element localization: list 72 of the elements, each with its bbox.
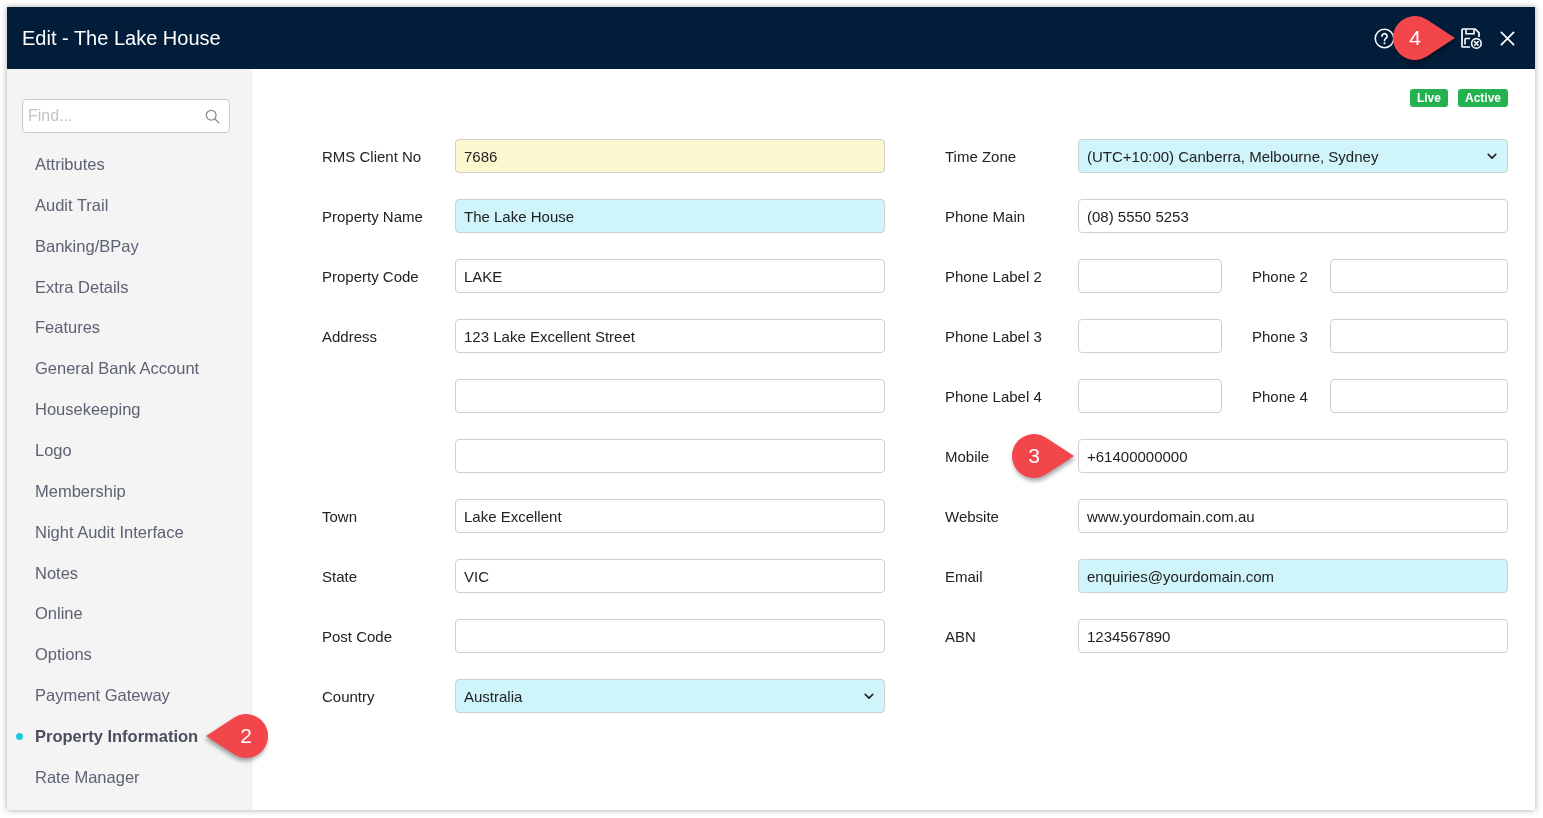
text-field[interactable] (1330, 379, 1508, 413)
sidebar-item[interactable]: Audit Trail (35, 195, 109, 215)
sidebar-item[interactable]: Attributes (35, 154, 105, 174)
step-callout: 4 (1393, 16, 1455, 60)
field-label: Phone Label 2 (945, 267, 1042, 285)
text-field[interactable]: +61400000000 (1078, 439, 1508, 473)
sidebar-item[interactable]: Housekeeping (35, 400, 141, 420)
field-label: Phone 4 (1252, 387, 1308, 405)
floppy-disk-cancel-icon[interactable] (1459, 26, 1483, 50)
text-field[interactable] (1078, 259, 1222, 293)
field-label: Town (322, 507, 358, 525)
dropdown-field[interactable]: (UTC+10:00) Canberra, Melbourne, Sydney (1078, 139, 1508, 173)
field-label: Phone 2 (1252, 267, 1308, 285)
text-field[interactable] (1330, 259, 1508, 293)
field-label: Email (945, 567, 983, 585)
field-label: RMS Client No (322, 147, 422, 165)
status-tag: Active (1457, 89, 1508, 107)
field-label: Post Code (322, 627, 393, 645)
sidebar-item[interactable]: Logo (35, 440, 72, 460)
text-field[interactable]: LAKE (455, 259, 885, 293)
chevron-down-icon (864, 692, 874, 700)
sidebar-item[interactable]: Rate Manager (35, 767, 140, 787)
search-field[interactable]: Find... (22, 99, 230, 133)
field-label: State (322, 567, 358, 585)
sidebar-item[interactable]: Membership (35, 481, 126, 501)
sidebar-item[interactable]: Features (35, 318, 101, 338)
status-tag: Live (1409, 89, 1448, 107)
chevron-down-icon (1487, 152, 1497, 160)
text-field[interactable] (1078, 379, 1222, 413)
text-field[interactable] (455, 439, 885, 473)
field-label: Property Code (322, 267, 419, 285)
sidebar-item[interactable]: Online (35, 604, 83, 624)
field-label: Phone Main (945, 207, 1026, 225)
text-field[interactable]: 1234567890 (1078, 619, 1508, 653)
text-field[interactable] (1078, 319, 1222, 353)
field-label: ABN (945, 627, 976, 645)
sidebar-item[interactable]: General Bank Account (35, 359, 200, 379)
sidebar-item[interactable]: Payment Gateway (35, 686, 170, 706)
field-label: Address (322, 327, 378, 345)
text-field[interactable]: 7686 (455, 139, 885, 173)
text-field[interactable]: (08) 5550 5253 (1078, 199, 1508, 233)
sidebar-item[interactable]: Options (35, 645, 92, 665)
search-icon (205, 109, 220, 124)
text-field[interactable] (1330, 319, 1508, 353)
sidebar-item[interactable]: Night Audit Interface (35, 522, 184, 542)
field-label: Time Zone (945, 147, 1017, 165)
text-field[interactable]: 123 Lake Excellent Street (455, 319, 885, 353)
text-field[interactable]: VIC (455, 559, 885, 593)
sidebar-item[interactable]: Notes (35, 563, 79, 583)
field-label: Property Name (322, 207, 423, 225)
text-field[interactable]: The Lake House (455, 199, 885, 233)
dropdown-field[interactable]: Australia (455, 679, 885, 713)
text-field[interactable] (455, 379, 885, 413)
sidebar-item[interactable]: Banking/BPay (35, 236, 139, 256)
text-field[interactable]: enquiries@yourdomain.com (1078, 559, 1508, 593)
text-field[interactable] (455, 619, 885, 653)
window-title: Edit - The Lake House (22, 26, 221, 50)
field-label: Country (322, 687, 375, 705)
field-label: Phone Label 3 (945, 327, 1042, 345)
close-icon[interactable] (1500, 30, 1515, 46)
text-field[interactable]: Lake Excellent (455, 499, 885, 533)
field-label: Mobile (945, 447, 990, 465)
field-label: Phone Label 4 (945, 387, 1042, 405)
field-label: Phone 3 (1252, 327, 1308, 345)
field-label: Website (945, 507, 999, 525)
step-callout: 3 (1012, 434, 1074, 478)
step-callout: 2 (206, 714, 269, 759)
selected-dot-icon (15, 732, 23, 740)
sidebar-item[interactable]: Property Information (35, 726, 199, 746)
text-field[interactable]: www.yourdomain.com.au (1078, 499, 1508, 533)
help-icon[interactable] (1374, 27, 1395, 49)
sidebar-item[interactable]: Extra Details (35, 277, 129, 297)
